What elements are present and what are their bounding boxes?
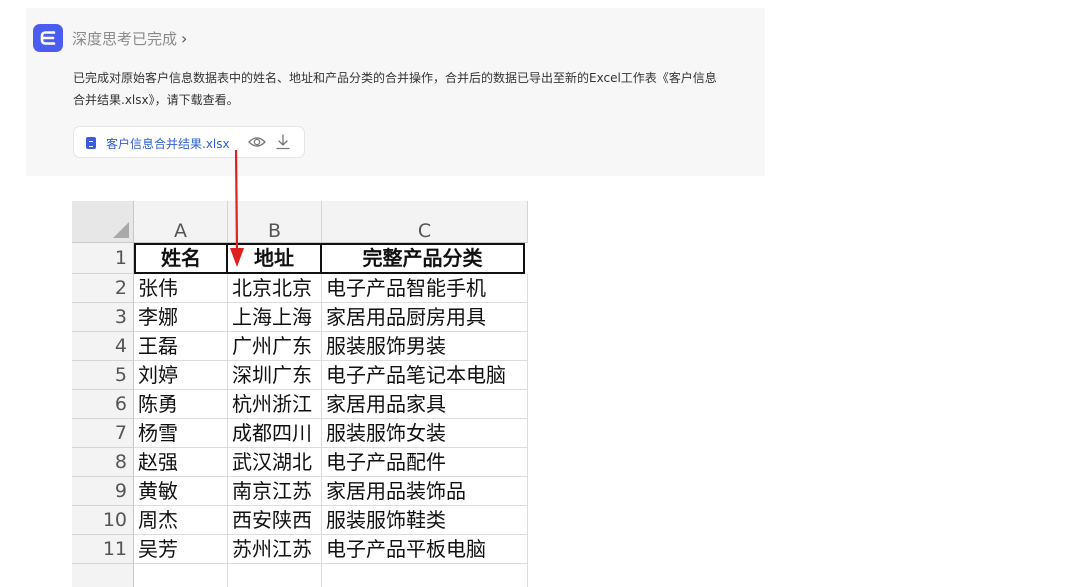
cell-address[interactable]: 苏州江苏 <box>228 535 322 564</box>
cell-name[interactable]: 王磊 <box>134 332 228 361</box>
file-attachment[interactable]: 客户信息合并结果.xlsx <box>73 126 305 158</box>
app-logo-icon <box>33 24 63 52</box>
cell-address[interactable]: 武汉湖北 <box>228 448 322 477</box>
row-header[interactable] <box>72 564 134 587</box>
cell-address[interactable]: 成都四川 <box>228 419 322 448</box>
cell-empty[interactable] <box>228 564 322 587</box>
cell-name[interactable]: 赵强 <box>134 448 228 477</box>
cell-category[interactable]: 电子产品平板电脑 <box>322 535 528 564</box>
cell-category[interactable]: 电子产品笔记本电脑 <box>322 361 528 390</box>
download-icon[interactable] <box>275 134 291 154</box>
cell-address[interactable]: 北京北京 <box>228 274 322 303</box>
row-header[interactable]: 5 <box>72 361 134 390</box>
row-header[interactable]: 11 <box>72 535 134 564</box>
row-header[interactable]: 6 <box>72 390 134 419</box>
cell-category[interactable]: 电子产品配件 <box>322 448 528 477</box>
annotation-arrow <box>230 149 244 267</box>
row-header[interactable]: 9 <box>72 477 134 506</box>
column-header-c[interactable]: C <box>322 201 528 243</box>
cell-name[interactable]: 陈勇 <box>134 390 228 419</box>
cell-name[interactable]: 刘婷 <box>134 361 228 390</box>
cell-category[interactable]: 服装服饰男装 <box>322 332 528 361</box>
header-cell-category[interactable]: 完整产品分类 <box>322 243 525 274</box>
cell-address[interactable]: 深圳广东 <box>228 361 322 390</box>
cell-address[interactable]: 西安陕西 <box>228 506 322 535</box>
cell-category[interactable]: 家居用品厨房用具 <box>322 303 528 332</box>
assistant-message-text: 已完成对原始客户信息数据表中的姓名、地址和产品分类的合并操作，合并后的数据已导出… <box>73 67 759 111</box>
cell-name[interactable]: 吴芳 <box>134 535 228 564</box>
cell-address[interactable]: 南京江苏 <box>228 477 322 506</box>
file-icon <box>86 137 96 149</box>
cell-empty[interactable] <box>134 564 228 587</box>
spreadsheet-preview: A B C 1 姓名 地址 完整产品分类 2 张伟 北京北京 电子产品智能手机 … <box>72 201 528 587</box>
cell-category[interactable]: 家居用品装饰品 <box>322 477 528 506</box>
row-header[interactable]: 1 <box>72 243 134 274</box>
cell-address[interactable]: 杭州浙江 <box>228 390 322 419</box>
column-header-a[interactable]: A <box>134 201 228 243</box>
row-header[interactable]: 3 <box>72 303 134 332</box>
cell-category[interactable]: 服装服饰鞋类 <box>322 506 528 535</box>
select-all-corner[interactable] <box>72 201 134 243</box>
chevron-right-icon: › <box>181 29 188 48</box>
cell-address[interactable]: 上海上海 <box>228 303 322 332</box>
row-header[interactable]: 10 <box>72 506 134 535</box>
cell-name[interactable]: 杨雪 <box>134 419 228 448</box>
row-header[interactable]: 4 <box>72 332 134 361</box>
cell-name[interactable]: 李娜 <box>134 303 228 332</box>
cell-address[interactable]: 广州广东 <box>228 332 322 361</box>
row-header[interactable]: 7 <box>72 419 134 448</box>
header-cell-name[interactable]: 姓名 <box>134 243 228 274</box>
message-line: 已完成对原始客户信息数据表中的姓名、地址和产品分类的合并操作，合并后的数据已导出… <box>73 71 717 85</box>
cell-name[interactable]: 周杰 <box>134 506 228 535</box>
thinking-status-toggle[interactable]: 深度思考已完成 › <box>72 28 187 49</box>
cell-category[interactable]: 家居用品家具 <box>322 390 528 419</box>
cell-category[interactable]: 电子产品智能手机 <box>322 274 528 303</box>
cell-category[interactable]: 服装服饰女装 <box>322 419 528 448</box>
cell-name[interactable]: 黄敏 <box>134 477 228 506</box>
message-line: 合并结果.xlsx》，请下载查看。 <box>73 93 239 107</box>
file-name-link[interactable]: 客户信息合并结果.xlsx <box>106 135 230 152</box>
cell-empty[interactable] <box>322 564 528 587</box>
cell-name[interactable]: 张伟 <box>134 274 228 303</box>
thinking-status-label: 深度思考已完成 <box>72 30 178 48</box>
row-header[interactable]: 2 <box>72 274 134 303</box>
row-header[interactable]: 8 <box>72 448 134 477</box>
